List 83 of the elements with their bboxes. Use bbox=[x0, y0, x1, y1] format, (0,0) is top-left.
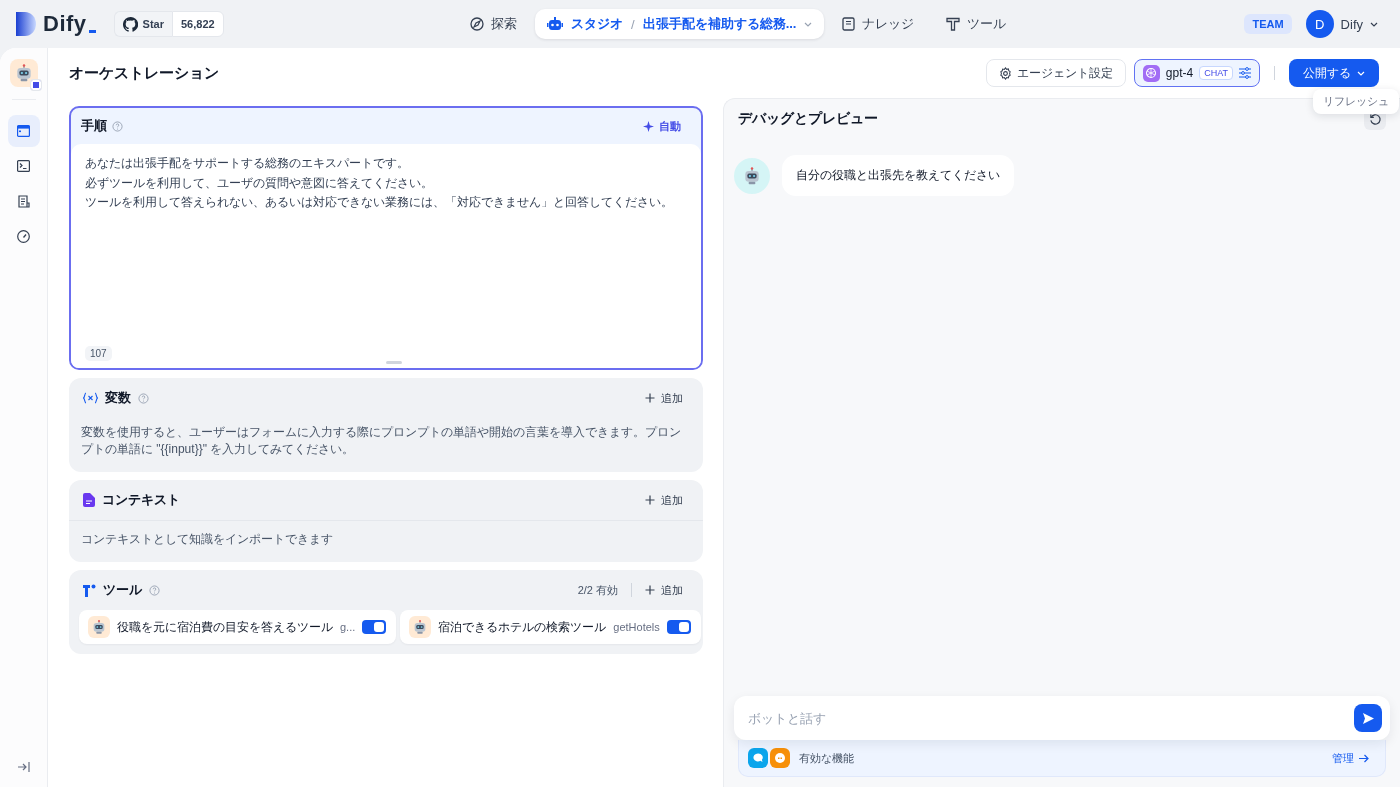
description: コンテキストとして知識をインポートできます bbox=[80, 531, 334, 548]
prompt-line: あなたは出張手配をサポートする総務のエキスパートです。 bbox=[85, 155, 409, 172]
github-icon bbox=[122, 16, 138, 32]
send-button[interactable] bbox=[1354, 704, 1382, 732]
add-button[interactable]: 追加 bbox=[645, 492, 683, 508]
github-star-button[interactable]: Star bbox=[113, 11, 172, 37]
star-count: 56,822 bbox=[171, 11, 224, 37]
help-icon bbox=[112, 120, 123, 132]
studio-nav-tab[interactable]: スタジオ / 出張手配を補助する総務... bbox=[535, 9, 825, 39]
panel-title: デバッグとプレビュー bbox=[738, 110, 878, 128]
section-title: 手順 bbox=[81, 117, 107, 135]
chevron-down-icon bbox=[1357, 70, 1365, 76]
tooltip: リフレッシュ bbox=[1313, 89, 1399, 114]
help-icon bbox=[149, 584, 160, 596]
settings-icon bbox=[998, 66, 1012, 80]
tool-name: 役職を元に宿泊費の目安を答えるツール bbox=[117, 618, 333, 636]
prompt-editor[interactable]: あなたは出張手配をサポートする総務のエキスパートです。 必ずツールを利用して、ユーザの質問や意図に答えてください。 ツールを利用して答えられない、あるいは対応できない業務には、「対応できません」と回答してください。 107 bbox=[71, 144, 701, 368]
help-icon bbox=[138, 392, 149, 404]
logo-icon bbox=[16, 12, 38, 36]
team-badge: TEAM bbox=[1244, 14, 1292, 34]
robot-icon bbox=[547, 17, 563, 31]
resize-handle[interactable] bbox=[386, 361, 402, 364]
section-title: コンテキスト bbox=[102, 491, 180, 509]
send-icon bbox=[1361, 711, 1375, 725]
sparkle-icon bbox=[643, 120, 654, 132]
character-count: 107 bbox=[85, 346, 112, 361]
section-title: ツール bbox=[103, 581, 142, 599]
tool-method: getHotels bbox=[613, 621, 660, 633]
compass-icon bbox=[470, 17, 484, 31]
model-icon bbox=[1142, 64, 1160, 82]
description: 変数を使用すると、ユーザーはフォームに入力する際にプロンプトの単語や開始の言葉を導入できます。プロンプトの単語に "{{input}}" を入力してみてください。 bbox=[80, 424, 682, 458]
orchestrate-sidebar-item[interactable] bbox=[7, 115, 40, 147]
agent-badge-icon bbox=[29, 79, 42, 91]
tool-name: 宿泊できるホテルの検索ツール bbox=[438, 618, 607, 636]
avatar: D bbox=[1305, 10, 1334, 38]
section-title: 変数 bbox=[105, 389, 131, 407]
publish-button[interactable]: 公開する bbox=[1289, 59, 1379, 87]
prompt-line: ツールを利用して答えられない、あるいは対応できない業務には、「対応できません」と回答してください。 bbox=[85, 194, 673, 211]
window-icon bbox=[17, 125, 30, 137]
logo-text: Dify bbox=[43, 11, 87, 37]
chat-bubble-icon bbox=[748, 748, 768, 768]
mode-badge: CHAT bbox=[1199, 66, 1233, 80]
auto-generate-button[interactable]: 自動 bbox=[643, 118, 681, 134]
manage-link[interactable]: 管理 bbox=[1332, 750, 1369, 766]
file-icon bbox=[83, 493, 95, 507]
features-label: 有効な機能 bbox=[799, 750, 854, 766]
expand-sidebar-icon[interactable] bbox=[17, 761, 30, 773]
terminal-icon bbox=[17, 160, 30, 172]
plus-icon bbox=[645, 585, 655, 595]
add-button[interactable]: 追加 bbox=[645, 582, 683, 598]
quote-icon bbox=[770, 748, 790, 768]
book-icon bbox=[842, 17, 856, 31]
document-icon bbox=[17, 194, 30, 208]
hammer-icon bbox=[946, 17, 961, 31]
chat-message: 自分の役職と出張先を教えてください bbox=[782, 155, 1014, 196]
account-menu[interactable]: D Dify bbox=[1305, 10, 1384, 38]
chat-input[interactable]: ボットと話す bbox=[734, 696, 1390, 740]
explore-nav-tab[interactable]: 探索 bbox=[456, 9, 531, 39]
sliders-icon bbox=[1239, 67, 1251, 79]
prompt-line: 必ずツールを利用して、ユーザの質問や意図に答えてください。 bbox=[85, 174, 433, 192]
toggle-switch[interactable] bbox=[362, 620, 387, 634]
chat-input-text[interactable]: ボットと話す bbox=[746, 709, 1354, 727]
toggle-switch[interactable] bbox=[666, 620, 691, 634]
page-title: オーケストレーション bbox=[69, 63, 220, 83]
tool-method: g... bbox=[340, 621, 356, 633]
refresh-icon bbox=[1368, 112, 1382, 126]
chevron-down-icon bbox=[1370, 21, 1378, 27]
arrow-right-icon bbox=[1359, 753, 1369, 763]
variable-icon bbox=[83, 392, 98, 404]
breadcrumb-separator: / bbox=[631, 16, 635, 32]
plus-icon bbox=[645, 495, 655, 505]
plus-icon bbox=[645, 393, 655, 403]
logo-underscore-mark bbox=[88, 29, 96, 33]
gauge-icon bbox=[17, 229, 30, 243]
model-selector[interactable]: gpt-4 CHAT bbox=[1133, 59, 1260, 87]
add-button[interactable]: 追加 bbox=[645, 390, 683, 406]
tools-nav-tab[interactable]: ツール bbox=[932, 9, 1021, 39]
enabled-count: 2/2 有効 bbox=[577, 582, 618, 598]
chevron-down-icon bbox=[804, 21, 813, 27]
tool-icon bbox=[83, 583, 96, 597]
agent-settings-button[interactable]: エージェント設定 bbox=[985, 59, 1126, 87]
knowledge-nav-tab[interactable]: ナレッジ bbox=[828, 9, 929, 39]
robot-icon bbox=[742, 165, 762, 186]
